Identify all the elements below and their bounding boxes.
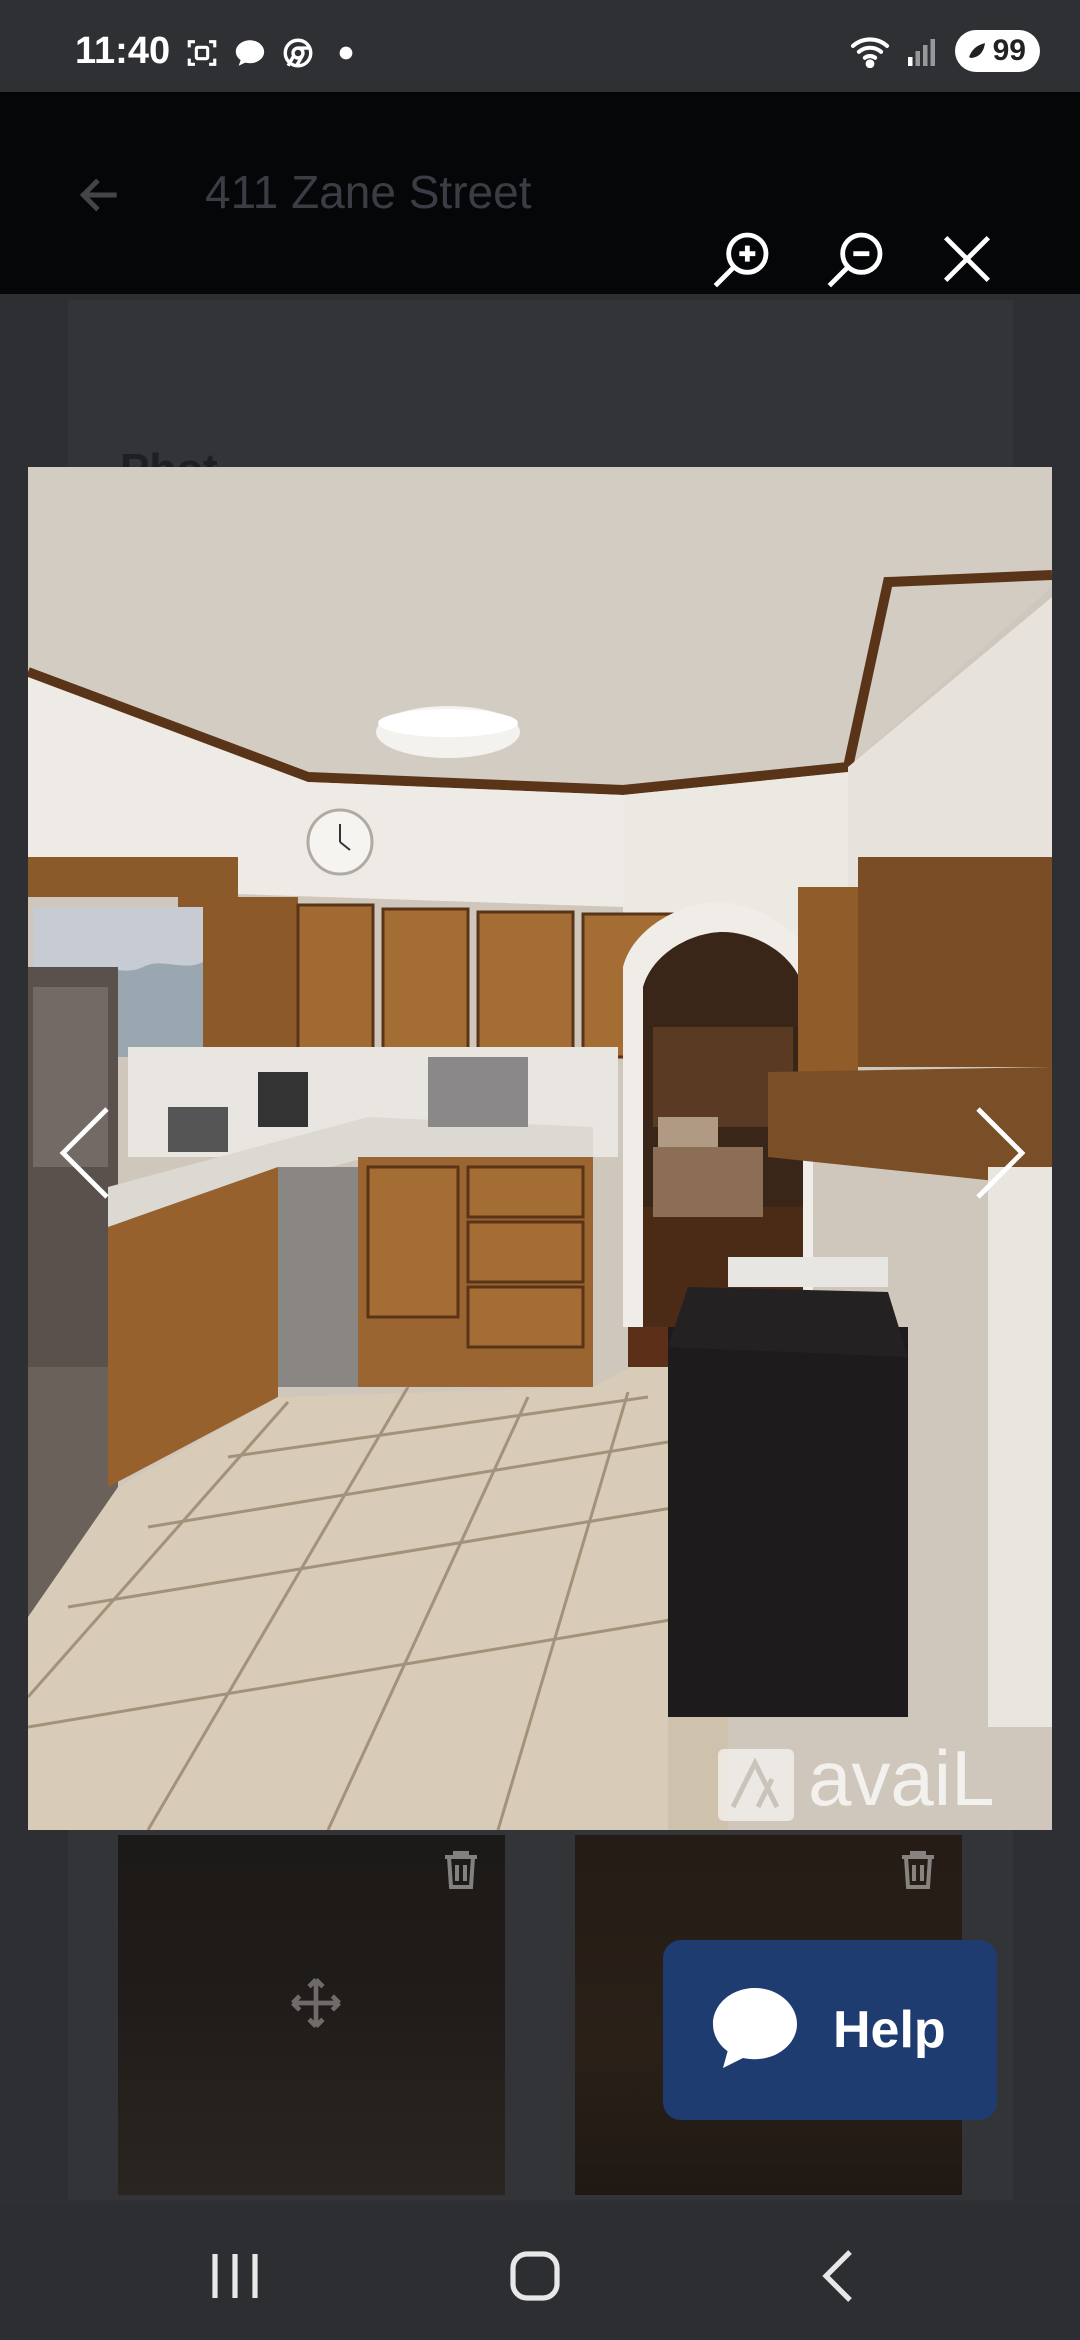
chrome-icon [283, 38, 313, 68]
listing-photo[interactable]: avaiL [28, 467, 1052, 1830]
chevron-left-icon[interactable] [55, 1105, 115, 1201]
system-status: 99 [849, 30, 1040, 72]
home-icon[interactable] [505, 2248, 565, 2304]
screenshot-icon [187, 40, 217, 66]
zoom-in-icon[interactable] [710, 227, 774, 291]
battery-level: 99 [992, 34, 1026, 67]
help-label: Help [833, 2001, 946, 2059]
signal-icon [907, 39, 935, 66]
notification-icons [185, 36, 363, 70]
kitchen-photo: avaiL [28, 467, 1052, 1830]
battery-icon [968, 43, 985, 58]
system-nav-bar [0, 2204, 1080, 2340]
zoom-out-icon[interactable] [824, 227, 888, 291]
status-time: 11:40 [75, 30, 171, 72]
chat-icon [235, 40, 265, 66]
help-button[interactable]: Help [663, 1940, 997, 2120]
chat-bubble-icon [713, 1988, 797, 2068]
dot-icon [339, 46, 353, 60]
trash-icon[interactable] [894, 1845, 942, 1893]
wifi-icon [850, 37, 889, 68]
watermark-text: avaiL [808, 1734, 994, 1822]
battery-indicator: 99 [954, 30, 1040, 72]
status-bar: 11:40 99 [0, 0, 1080, 92]
image-viewer-toolbar [0, 92, 1080, 294]
back-icon[interactable] [810, 2248, 870, 2304]
photo-thumbnail[interactable] [118, 1835, 505, 2195]
move-icon[interactable] [288, 1975, 344, 2031]
trash-icon[interactable] [437, 1845, 485, 1893]
recent-apps-icon[interactable] [205, 2248, 265, 2304]
chevron-right-icon[interactable] [970, 1105, 1030, 1201]
close-icon[interactable] [935, 227, 999, 291]
